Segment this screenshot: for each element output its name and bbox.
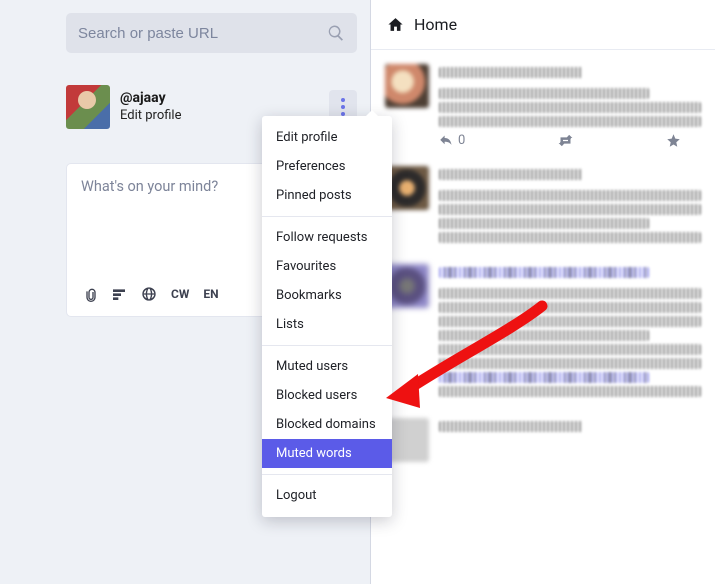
globe-icon[interactable] <box>141 286 157 302</box>
post-actions: 0 <box>439 133 701 148</box>
menu-separator <box>262 216 392 217</box>
avatar[interactable] <box>385 64 429 108</box>
column-title: Home <box>414 15 457 34</box>
menu-item-muted-users[interactable]: Muted users <box>262 352 392 381</box>
menu-item-blocked-users[interactable]: Blocked users <box>262 381 392 410</box>
attach-icon[interactable] <box>81 286 97 302</box>
reply-count: 0 <box>458 133 465 148</box>
username[interactable]: @ajaay <box>120 89 182 107</box>
poll-icon[interactable] <box>111 286 127 302</box>
menu-item-lists[interactable]: Lists <box>262 310 392 339</box>
menu-item-pinned-posts[interactable]: Pinned posts <box>262 181 392 210</box>
menu-item-favourites[interactable]: Favourites <box>262 252 392 281</box>
boost-button[interactable] <box>558 133 573 148</box>
menu-item-edit-profile[interactable]: Edit profile <box>262 123 392 152</box>
cw-toggle[interactable]: CW <box>171 287 189 301</box>
menu-item-blocked-domains[interactable]: Blocked domains <box>262 410 392 439</box>
favourite-button[interactable] <box>666 133 681 148</box>
star-icon <box>666 133 681 148</box>
edit-profile-link[interactable]: Edit profile <box>120 108 182 125</box>
menu-separator <box>262 345 392 346</box>
timeline-column: Home 0 <box>370 0 715 584</box>
menu-item-preferences[interactable]: Preferences <box>262 152 392 181</box>
search-input[interactable] <box>78 25 327 42</box>
reply-icon <box>439 133 454 148</box>
feed-post[interactable] <box>371 256 715 410</box>
reply-button[interactable]: 0 <box>439 133 465 148</box>
home-icon <box>387 16 404 33</box>
feed[interactable]: 0 <box>371 50 715 478</box>
feed-post[interactable] <box>371 410 715 472</box>
boost-icon <box>558 133 573 148</box>
profile-dropdown-menu: Edit profilePreferencesPinned posts Follo… <box>262 116 392 517</box>
search-box[interactable] <box>66 13 357 53</box>
feed-post[interactable] <box>371 158 715 256</box>
search-icon <box>327 24 345 42</box>
menu-item-bookmarks[interactable]: Bookmarks <box>262 281 392 310</box>
menu-item-follow-requests[interactable]: Follow requests <box>262 223 392 252</box>
menu-separator <box>262 474 392 475</box>
menu-item-logout[interactable]: Logout <box>262 481 392 510</box>
column-header: Home <box>371 0 715 50</box>
avatar[interactable] <box>66 85 110 129</box>
language-picker[interactable]: EN <box>203 287 218 301</box>
feed-post[interactable]: 0 <box>371 56 715 158</box>
menu-item-muted-words[interactable]: Muted words <box>262 439 392 468</box>
